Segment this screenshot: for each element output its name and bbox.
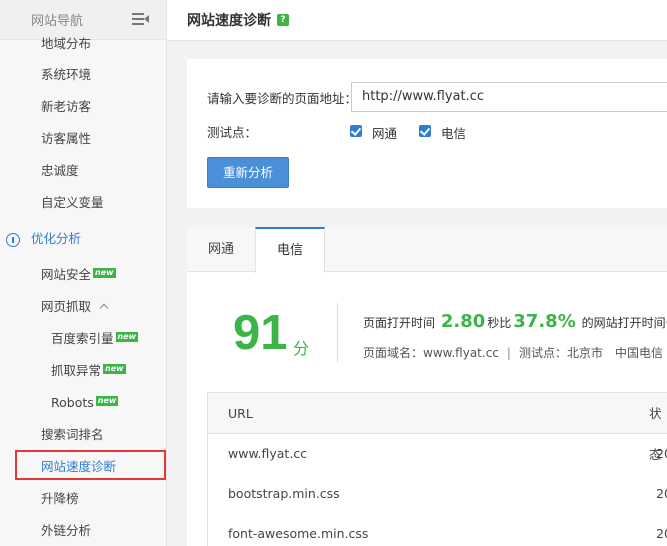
load-summary: 页面打开时间 2.80秒比37.8% 的网站打开时间长 <box>363 311 667 332</box>
isp-tabs: 网通 电信 <box>187 227 667 273</box>
url-input[interactable]: http://www.flyat.cc <box>351 82 667 112</box>
sidebar: 网站导航 地域分布 系统环境 新老访客 访客属性 忠诚度 自定义变量 优化分析 … <box>0 0 167 546</box>
gauge-icon <box>6 233 20 247</box>
sidebar-item-crawl-errors[interactable]: 抓取异常 new <box>0 355 166 387</box>
checkbox-dianxin[interactable] <box>419 125 431 137</box>
table-row: bootstrap.min.css 20 <box>228 486 667 501</box>
score-unit: 分 <box>293 339 310 358</box>
table-row: font-awesome.min.css 20 <box>228 526 667 541</box>
new-badge: new <box>93 268 116 278</box>
collapse-menu-icon[interactable] <box>132 13 149 26</box>
divider <box>337 303 338 363</box>
new-badge: new <box>95 396 119 406</box>
sidebar-item-loyalty[interactable]: 忠诚度 <box>0 155 166 187</box>
resource-table: URL 状态 www.flyat.cc 20 bootstrap.min.css… <box>207 392 667 546</box>
page-title: 网站速度诊断 <box>187 13 271 29</box>
highlight-box <box>15 450 166 480</box>
reanalyze-button[interactable]: 重新分析 <box>207 157 289 188</box>
domain-text: 页面域名：www.flyat.cc <box>363 346 499 360</box>
result-panel: 网通 电信 91 分 页面打开时间 2.80秒比37.8% 的网站打开时间长 页… <box>187 227 667 546</box>
sidebar-item-baidu-index[interactable]: 百度索引量 new <box>0 323 166 355</box>
sidebar-item-visitor-attrs[interactable]: 访客属性 <box>0 123 166 155</box>
sidebar-item-site-security[interactable]: 网站安全 new <box>0 259 166 291</box>
load-time: 2.80 <box>440 311 486 332</box>
table-row: www.flyat.cc 20 <box>228 446 667 461</box>
url-label: 请输入要诊断的页面地址： <box>207 91 358 106</box>
speed-score: 91 <box>233 306 288 360</box>
sidebar-item-keyword-rank[interactable]: 搜索词排名 <box>0 419 166 451</box>
sidebar-item-crawl[interactable]: 网页抓取 <box>0 291 166 323</box>
table-header: URL 状态 <box>208 393 667 462</box>
column-url: URL <box>228 406 253 421</box>
sidebar-item-rank-changes[interactable]: 升降榜 <box>0 483 166 515</box>
chevron-up-icon <box>99 303 109 313</box>
help-icon[interactable]: ? <box>277 14 289 26</box>
test-point-label: 测试点： <box>207 125 258 140</box>
page-header: 网站速度诊断 ? <box>167 0 667 41</box>
sidebar-item-system[interactable]: 系统环境 <box>0 59 166 91</box>
checkbox-wangtong[interactable] <box>350 125 362 137</box>
sidebar-title: 网站导航 <box>31 14 84 29</box>
sidebar-item-new-returning[interactable]: 新老访客 <box>0 91 166 123</box>
tab-wangtong[interactable]: 网通 <box>187 227 255 272</box>
sidebar-item-region[interactable]: 地域分布 <box>0 28 166 60</box>
sidebar-item-custom-vars[interactable]: 自定义变量 <box>0 187 166 219</box>
diagnosis-form: 请输入要诊断的页面地址： http://www.flyat.cc 测试点： 网通… <box>187 59 667 208</box>
diagnosis-meta: 页面域名：www.flyat.cc | 测试点：北京市 中国电信 <box>363 346 663 360</box>
new-badge: new <box>115 332 139 342</box>
tab-dianxin[interactable]: 电信 <box>255 227 325 273</box>
slower-percent: 37.8% <box>513 311 576 332</box>
checkbox-dianxin-label: 电信 <box>441 126 467 141</box>
sidebar-item-robots[interactable]: Robots new <box>0 387 166 419</box>
checkbox-wangtong-label: 网通 <box>372 126 398 141</box>
test-point-text: 测试点：北京市 中国电信 <box>518 346 663 360</box>
sidebar-group-optimization[interactable]: 优化分析 <box>0 223 166 255</box>
sidebar-item-backlinks[interactable]: 外链分析 <box>0 515 166 546</box>
new-badge: new <box>103 364 126 374</box>
